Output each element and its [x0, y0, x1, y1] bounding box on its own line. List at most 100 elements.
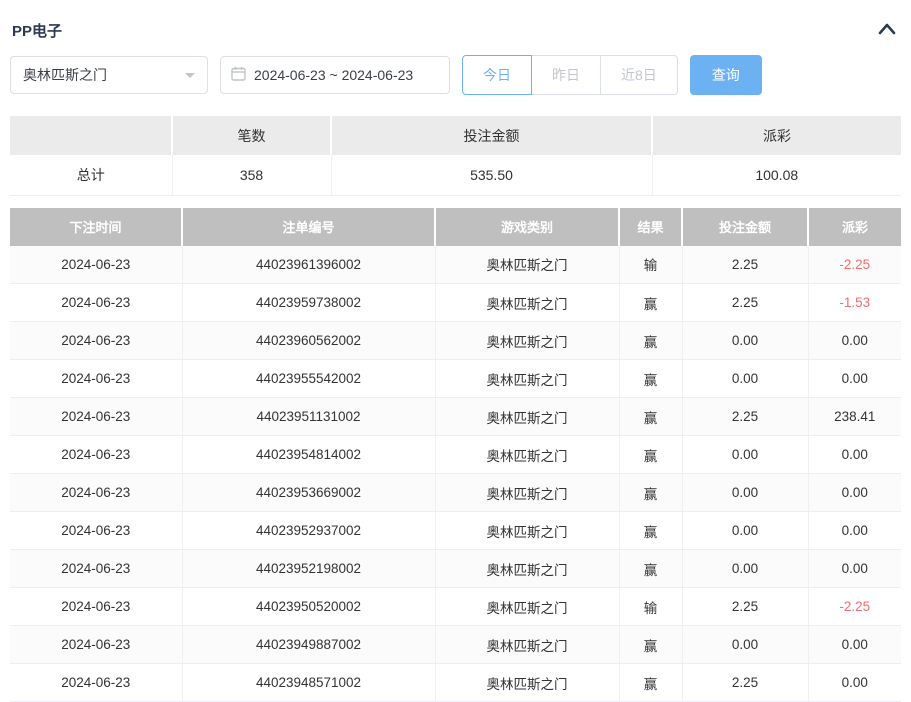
bet-amount-cell: 0.00 — [682, 512, 808, 550]
payout-cell: 0.00 — [808, 626, 901, 664]
order-id-cell: 44023950520002 — [182, 588, 435, 626]
order-id-cell: 44023955542002 — [182, 360, 435, 398]
summary-col-count: 笔数 — [172, 116, 331, 155]
payout-cell: -2.25 — [808, 588, 901, 626]
bet-date-cell: 2024-06-23 — [10, 360, 182, 398]
order-id-cell: 44023952198002 — [182, 550, 435, 588]
game-category-cell: 奥林匹斯之门 — [435, 322, 619, 360]
result-cell: 赢 — [619, 474, 682, 512]
bet-date-cell: 2024-06-23 — [10, 626, 182, 664]
bet-amount-cell: 2.25 — [682, 398, 808, 436]
order-id-cell: 44023948571002 — [182, 664, 435, 702]
game-category-cell: 奥林匹斯之门 — [435, 284, 619, 322]
result-cell: 赢 — [619, 284, 682, 322]
table-row: 2024-06-23 44023953669002 奥林匹斯之门 赢 0.00 … — [10, 474, 901, 512]
summary-col-blank — [10, 116, 172, 155]
table-row: 2024-06-23 44023951131002 奥林匹斯之门 赢 2.25 … — [10, 398, 901, 436]
bet-table: 下注时间 注单编号 游戏类别 结果 投注金额 派彩 2024-06-23 440… — [10, 208, 901, 702]
panel-header: PP电子 — [10, 0, 901, 53]
bet-date-cell: 2024-06-23 — [10, 588, 182, 626]
bet-date-cell: 2024-06-23 — [10, 436, 182, 474]
payout-cell: 0.00 — [808, 474, 901, 512]
bet-table-body: 2024-06-23 44023961396002 奥林匹斯之门 输 2.25 … — [10, 246, 901, 702]
game-category-cell: 奥林匹斯之门 — [435, 246, 619, 284]
col-bet-time: 下注时间 — [10, 208, 182, 246]
bet-table-header-row: 下注时间 注单编号 游戏类别 结果 投注金额 派彩 — [10, 208, 901, 246]
summary-col-bet-amount: 投注金额 — [331, 116, 652, 155]
col-order-id: 注单编号 — [182, 208, 435, 246]
game-category-cell: 奥林匹斯之门 — [435, 436, 619, 474]
summary-col-payout: 派彩 — [652, 116, 901, 155]
game-category-cell: 奥林匹斯之门 — [435, 398, 619, 436]
bet-amount-cell: 0.00 — [682, 550, 808, 588]
date-range-value: 2024-06-23 ~ 2024-06-23 — [254, 67, 413, 83]
bet-date-cell: 2024-06-23 — [10, 284, 182, 322]
quick-range-button-group: 今日 昨日 近8日 — [462, 55, 678, 95]
result-cell: 赢 — [619, 398, 682, 436]
result-cell: 赢 — [619, 664, 682, 702]
table-row: 2024-06-23 44023952937002 奥林匹斯之门 赢 0.00 … — [10, 512, 901, 550]
result-cell: 赢 — [619, 436, 682, 474]
bet-date-cell: 2024-06-23 — [10, 322, 182, 360]
bet-amount-cell: 0.00 — [682, 436, 808, 474]
summary-total-row: 总计 358 535.50 100.08 — [10, 155, 901, 195]
table-row: 2024-06-23 44023961396002 奥林匹斯之门 输 2.25 … — [10, 246, 901, 284]
table-row: 2024-06-23 44023954814002 奥林匹斯之门 赢 0.00 … — [10, 436, 901, 474]
game-category-cell: 奥林匹斯之门 — [435, 512, 619, 550]
bet-date-cell: 2024-06-23 — [10, 550, 182, 588]
date-range-input[interactable]: 2024-06-23 ~ 2024-06-23 — [220, 56, 450, 94]
order-id-cell: 44023954814002 — [182, 436, 435, 474]
payout-cell: -2.25 — [808, 246, 901, 284]
table-row: 2024-06-23 44023955542002 奥林匹斯之门 赢 0.00 … — [10, 360, 901, 398]
bet-amount-cell: 2.25 — [682, 664, 808, 702]
bet-amount-cell: 0.00 — [682, 474, 808, 512]
result-cell: 输 — [619, 588, 682, 626]
summary-table: 笔数 投注金额 派彩 总计 358 535.50 100.08 — [10, 116, 901, 196]
payout-cell: 0.00 — [808, 436, 901, 474]
game-select[interactable]: 奥林匹斯之门 — [10, 56, 208, 94]
summary-header-row: 笔数 投注金额 派彩 — [10, 116, 901, 155]
query-button[interactable]: 查询 — [690, 55, 762, 95]
table-row: 2024-06-23 44023952198002 奥林匹斯之门 赢 0.00 … — [10, 550, 901, 588]
col-bet-amount: 投注金额 — [682, 208, 808, 246]
last-8-days-button[interactable]: 近8日 — [600, 55, 678, 95]
summary-payout-value: 100.08 — [652, 155, 901, 195]
bet-amount-cell: 0.00 — [682, 626, 808, 664]
order-id-cell: 44023959738002 — [182, 284, 435, 322]
result-cell: 赢 — [619, 512, 682, 550]
today-button[interactable]: 今日 — [462, 55, 532, 95]
order-id-cell: 44023960562002 — [182, 322, 435, 360]
col-game-category: 游戏类别 — [435, 208, 619, 246]
game-category-cell: 奥林匹斯之门 — [435, 626, 619, 664]
order-id-cell: 44023952937002 — [182, 512, 435, 550]
bet-amount-cell: 2.25 — [682, 246, 808, 284]
table-row: 2024-06-23 44023950520002 奥林匹斯之门 输 2.25 … — [10, 588, 901, 626]
game-select-value: 奥林匹斯之门 — [23, 65, 107, 85]
result-cell: 赢 — [619, 550, 682, 588]
bet-amount-cell: 0.00 — [682, 322, 808, 360]
game-category-cell: 奥林匹斯之门 — [435, 664, 619, 702]
filter-bar: 奥林匹斯之门 2024-06-23 ~ 2024-06-23 今日 昨日 近8日… — [10, 55, 901, 95]
game-category-cell: 奥林匹斯之门 — [435, 474, 619, 512]
bet-amount-cell: 2.25 — [682, 284, 808, 322]
table-row: 2024-06-23 44023960562002 奥林匹斯之门 赢 0.00 … — [10, 322, 901, 360]
bet-date-cell: 2024-06-23 — [10, 398, 182, 436]
calendar-icon — [231, 66, 246, 84]
bet-amount-cell: 0.00 — [682, 360, 808, 398]
game-category-cell: 奥林匹斯之门 — [435, 588, 619, 626]
payout-cell: -1.53 — [808, 284, 901, 322]
collapse-button[interactable] — [875, 20, 899, 41]
bet-date-cell: 2024-06-23 — [10, 664, 182, 702]
table-row: 2024-06-23 44023948571002 奥林匹斯之门 赢 2.25 … — [10, 664, 901, 702]
payout-cell: 0.00 — [808, 664, 901, 702]
yesterday-button[interactable]: 昨日 — [531, 55, 601, 95]
payout-cell: 238.41 — [808, 398, 901, 436]
col-result: 结果 — [619, 208, 682, 246]
bet-date-cell: 2024-06-23 — [10, 474, 182, 512]
order-id-cell: 44023961396002 — [182, 246, 435, 284]
table-row: 2024-06-23 44023959738002 奥林匹斯之门 赢 2.25 … — [10, 284, 901, 322]
payout-cell: 0.00 — [808, 360, 901, 398]
panel-title: PP电子 — [12, 20, 62, 41]
result-cell: 赢 — [619, 322, 682, 360]
payout-cell: 0.00 — [808, 512, 901, 550]
